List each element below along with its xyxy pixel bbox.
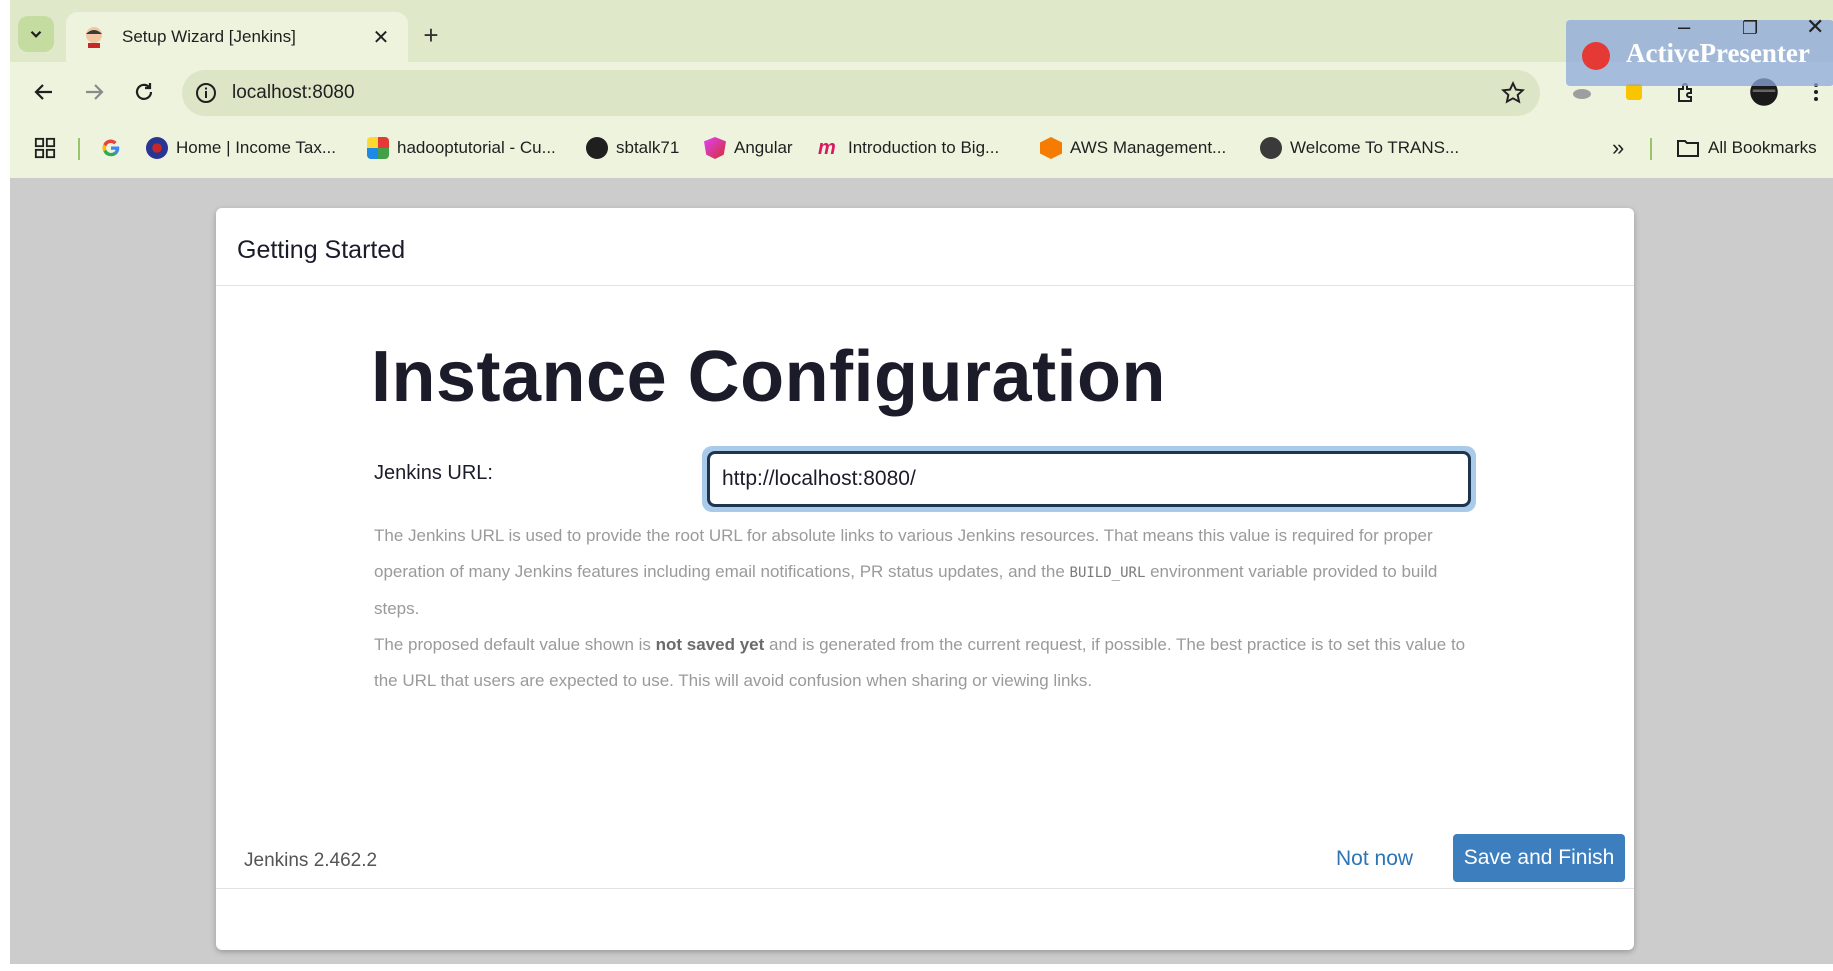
github-icon xyxy=(586,137,608,159)
income-tax-icon xyxy=(146,137,168,159)
not-now-link[interactable]: Not now xyxy=(1336,847,1413,871)
tab-setup-wizard[interactable]: Setup Wizard [Jenkins] ✕ xyxy=(66,12,408,62)
bookmark-separator xyxy=(78,138,80,160)
page-background: Getting Started Instance Configuration J… xyxy=(10,178,1833,971)
tab-title: Setup Wizard [Jenkins] xyxy=(122,27,296,46)
bookmark-label: Angular xyxy=(734,138,793,157)
reload-button[interactable] xyxy=(126,74,162,110)
toolbar: localhost:8080 xyxy=(10,62,1833,122)
bookmark-label: AWS Management... xyxy=(1070,138,1227,157)
arrow-right-icon xyxy=(86,84,104,100)
address-bar[interactable]: localhost:8080 xyxy=(182,70,1540,116)
build-url-code: BUILD_URL xyxy=(1069,565,1146,581)
jenkins-icon xyxy=(86,27,102,48)
info-icon[interactable] xyxy=(194,81,218,105)
jenkins-url-focus-ring xyxy=(702,446,1476,512)
bookmark-label: Home | Income Tax... xyxy=(176,138,336,157)
activepresenter-overlay: ActivePresenter – ❐ ✕ xyxy=(1566,14,1833,86)
help-paragraph-1: The Jenkins URL is used to provide the r… xyxy=(374,518,1484,627)
not-saved-yet-bold: not saved yet xyxy=(655,635,765,654)
hadoop-icon xyxy=(367,137,389,159)
setup-wizard-dialog: Getting Started Instance Configuration J… xyxy=(216,208,1634,950)
minimize-icon[interactable]: – xyxy=(1678,14,1690,40)
close-window-icon[interactable]: ✕ xyxy=(1806,14,1824,40)
reload-icon xyxy=(135,83,153,100)
chevron-down-icon xyxy=(30,30,42,38)
close-icon[interactable]: ✕ xyxy=(368,24,394,50)
bookmark-hadooptutorial[interactable]: hadooptutorial - Cu... xyxy=(367,134,556,162)
aws-icon xyxy=(1040,137,1062,159)
activepresenter-label: ActivePresenter xyxy=(1626,38,1810,68)
forward-button[interactable] xyxy=(76,74,112,110)
bookmark-introduction-big[interactable]: m Introduction to Big... xyxy=(818,134,999,162)
apps-grid-icon xyxy=(34,137,56,159)
bookmark-separator xyxy=(1650,138,1652,160)
bookmarks-overflow-button[interactable]: » xyxy=(1612,134,1624,162)
dialog-title: Getting Started xyxy=(237,236,406,264)
bookmark-label: hadooptutorial - Cu... xyxy=(397,138,556,157)
dialog-footer xyxy=(216,888,1634,950)
activepresenter-logo-icon xyxy=(1582,42,1610,70)
dialog-header: Getting Started xyxy=(216,208,1634,286)
bookmark-welcome-trans[interactable]: Welcome To TRANS... xyxy=(1260,134,1459,162)
bookmarks-bar: Home | Income Tax... hadooptutorial - Cu… xyxy=(10,124,1833,172)
star-icon[interactable] xyxy=(1500,80,1526,106)
angular-icon xyxy=(704,137,726,159)
double-chevron-right-icon: » xyxy=(1612,135,1625,160)
m-logo-icon: m xyxy=(818,137,836,159)
all-bookmarks-label: All Bookmarks xyxy=(1708,138,1817,157)
jenkins-url-input[interactable] xyxy=(707,451,1471,507)
globe-icon xyxy=(1260,137,1282,159)
apps-button[interactable] xyxy=(34,134,56,162)
save-and-finish-button[interactable]: Save and Finish xyxy=(1453,834,1625,882)
new-tab-button[interactable]: + xyxy=(414,18,448,52)
help-text: The Jenkins URL is used to provide the r… xyxy=(374,518,1484,699)
tab-strip: Setup Wizard [Jenkins] ✕ + xyxy=(10,0,1833,62)
jenkins-version: Jenkins 2.462.2 xyxy=(244,850,378,871)
jenkins-url-label: Jenkins URL: xyxy=(374,462,493,484)
window-edge xyxy=(0,178,10,971)
tab-search-button[interactable] xyxy=(18,16,54,52)
restore-icon[interactable]: ❐ xyxy=(1742,18,1758,39)
address-url: localhost:8080 xyxy=(232,82,355,103)
bookmark-label: Introduction to Big... xyxy=(848,138,1000,157)
window-bottom-edge xyxy=(0,964,1833,971)
bookmark-label: Welcome To TRANS... xyxy=(1290,138,1460,157)
back-button[interactable] xyxy=(26,74,62,110)
arrow-left-icon xyxy=(34,84,52,100)
help-text-part: The proposed default value shown is xyxy=(374,635,656,654)
bookmark-aws[interactable]: AWS Management... xyxy=(1040,134,1226,162)
all-bookmarks-button[interactable]: All Bookmarks xyxy=(1676,134,1817,162)
folder-icon xyxy=(1677,140,1699,157)
help-paragraph-2: The proposed default value shown is not … xyxy=(374,627,1484,699)
google-icon xyxy=(102,139,120,157)
bookmark-income-tax[interactable]: Home | Income Tax... xyxy=(146,134,336,162)
browser-chrome: Setup Wizard [Jenkins] ✕ + localhost:808… xyxy=(10,0,1833,178)
bookmark-label: sbtalk71 xyxy=(616,138,680,157)
page-heading: Instance Configuration xyxy=(371,337,1167,417)
bookmark-google[interactable] xyxy=(100,134,122,162)
bookmark-sbtalk71[interactable]: sbtalk71 xyxy=(586,134,679,162)
bookmark-angular[interactable]: Angular xyxy=(704,134,793,162)
